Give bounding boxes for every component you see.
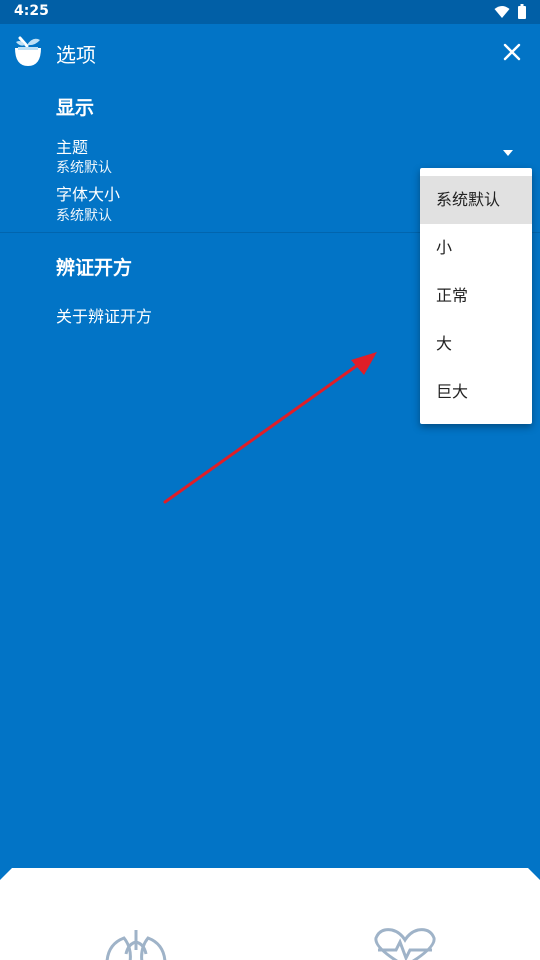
section-header-about: 辨证开方 xyxy=(56,257,133,279)
lungs-icon[interactable] xyxy=(104,928,168,960)
menu-item-large[interactable]: 大 xyxy=(420,320,532,368)
theme-summary: 系统默认 xyxy=(56,160,112,176)
menu-item-huge[interactable]: 巨大 xyxy=(420,368,532,416)
page-title: 选项 xyxy=(56,43,96,67)
menu-item-system-default[interactable]: 系统默认 xyxy=(420,176,532,224)
close-icon[interactable] xyxy=(500,40,524,64)
app-bar: 选项 xyxy=(0,24,540,80)
about-item[interactable]: 关于辨证开方 xyxy=(56,303,152,327)
bottom-panel xyxy=(0,868,540,960)
menu-item-small[interactable]: 小 xyxy=(420,224,532,272)
status-icons xyxy=(494,4,526,19)
dropdown-arrow-icon[interactable] xyxy=(502,149,514,157)
heart-pulse-icon[interactable] xyxy=(370,928,440,960)
status-time: 4:25 xyxy=(14,3,49,19)
section-header-display: 显示 xyxy=(56,97,95,119)
theme-title: 主题 xyxy=(56,138,89,157)
font-size-summary: 系统默认 xyxy=(56,208,112,224)
arrow-head xyxy=(351,352,377,375)
mortar-pestle-logo xyxy=(15,36,41,66)
arrow-shaft xyxy=(163,360,364,504)
font-size-dropdown: 系统默认 小 正常 大 巨大 xyxy=(420,168,532,424)
menu-item-normal[interactable]: 正常 xyxy=(420,272,532,320)
wifi-icon xyxy=(494,5,510,18)
battery-icon xyxy=(518,4,526,19)
status-bar: 4:25 xyxy=(0,0,540,24)
font-size-title: 字体大小 xyxy=(56,185,121,204)
